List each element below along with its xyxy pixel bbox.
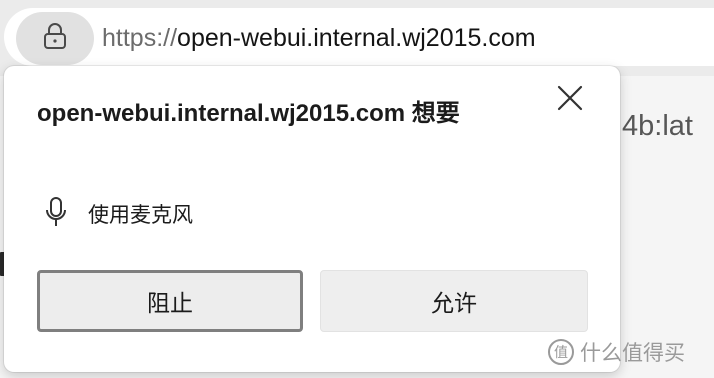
- browser-window: 4b:lat https://open-webui.internal.wj201…: [0, 0, 714, 378]
- allow-button[interactable]: 允许: [320, 270, 588, 332]
- popup-title: open-webui.internal.wj2015.com 想要: [37, 100, 460, 127]
- watermark: 值 什么值得买: [548, 337, 685, 367]
- site-info-button[interactable]: [16, 12, 94, 65]
- lock-icon: [42, 22, 68, 55]
- url-text[interactable]: https://open-webui.internal.wj2015.com: [102, 18, 536, 58]
- background-partial-text: 4b:lat: [622, 110, 693, 142]
- permission-label: 使用麦克风: [88, 203, 193, 227]
- watermark-text: 什么值得买: [580, 341, 685, 365]
- block-button[interactable]: 阻止: [37, 270, 303, 332]
- close-icon: [556, 84, 584, 117]
- permission-popup: open-webui.internal.wj2015.com 想要 使用麦克风 …: [4, 66, 620, 372]
- watermark-logo: 值: [548, 339, 574, 365]
- close-button[interactable]: [552, 82, 588, 118]
- url-host: open-webui.internal.wj2015.com: [177, 24, 536, 52]
- permission-row: 使用麦克风: [44, 196, 193, 233]
- microphone-icon: [44, 196, 68, 233]
- url-scheme: https://: [102, 24, 178, 52]
